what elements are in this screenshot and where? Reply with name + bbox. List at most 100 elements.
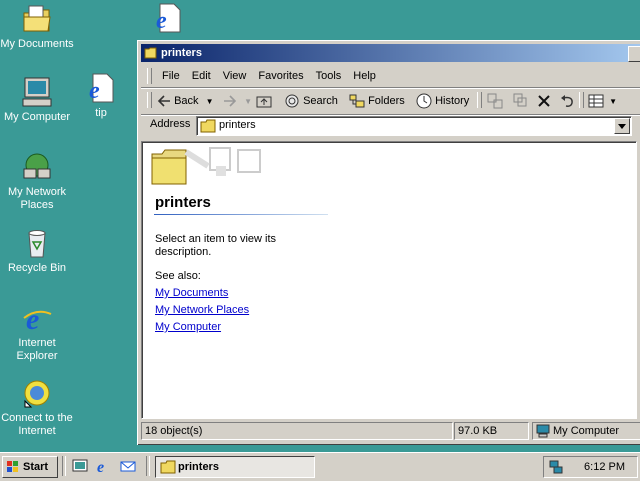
start-label: Start — [23, 461, 49, 473]
system-tray: 6:12 PM — [543, 456, 638, 478]
delete-x-icon — [538, 95, 550, 107]
taskbar-grip[interactable] — [62, 456, 66, 476]
see-also-label: See also: — [155, 270, 201, 282]
views-button[interactable]: ▼ — [588, 91, 617, 111]
folder-heading: printers — [155, 194, 211, 211]
desktop-icon-tip[interactable]: e tip — [64, 72, 138, 120]
copy-to-icon — [513, 93, 527, 107]
undo-button[interactable] — [559, 91, 575, 111]
taskbar: Start e printers 6:12 PM — [0, 452, 640, 481]
html-document-icon: e — [156, 3, 181, 34]
status-size: 97.0 KB — [454, 422, 529, 440]
up-folder-icon — [256, 96, 272, 108]
toolbar-separator — [477, 92, 482, 108]
chevron-down-icon[interactable]: ▼ — [206, 97, 214, 106]
address-dropdown-button[interactable] — [614, 118, 630, 134]
status-zone: My Computer — [532, 422, 640, 440]
desktop-icon-my-documents[interactable]: My Documents — [0, 3, 74, 51]
menu-help[interactable]: Help — [347, 67, 382, 85]
back-label: Back — [174, 95, 199, 107]
folder-documents-icon — [23, 5, 51, 32]
back-button[interactable]: Back ▼ — [157, 91, 214, 111]
status-zone-label: My Computer — [553, 425, 620, 437]
menu-file[interactable]: File — [156, 67, 186, 85]
menu-favorites[interactable]: Favorites — [252, 67, 309, 85]
link-my-documents[interactable]: My Documents — [155, 287, 228, 299]
menu-edit[interactable]: Edit — [186, 67, 217, 85]
history-button[interactable]: History — [416, 91, 469, 111]
network-status-icon[interactable] — [548, 459, 564, 475]
network-icon — [23, 153, 51, 179]
up-folder-button[interactable] — [256, 91, 272, 111]
link-my-network-places[interactable]: My Network Places — [155, 304, 249, 316]
delete-button[interactable] — [537, 91, 551, 111]
search-button[interactable]: Search — [284, 91, 338, 111]
clock[interactable]: 6:12 PM — [584, 457, 625, 477]
folder-graphic-icon — [151, 147, 261, 185]
menu-tools[interactable]: Tools — [310, 67, 348, 85]
history-icon — [416, 93, 432, 109]
taskbar-grip[interactable] — [146, 456, 150, 476]
search-label: Search — [303, 95, 338, 107]
folder-icon — [160, 460, 176, 474]
desktop-icon-my-computer[interactable]: My Computer — [0, 76, 74, 124]
move-to-icon — [487, 93, 503, 109]
desktop-icon-label: My Documents — [0, 38, 74, 50]
forward-arrow-icon — [224, 95, 237, 107]
content-pane: printers Select an item to view its desc… — [141, 141, 637, 419]
folder-icon — [200, 119, 216, 133]
start-button[interactable]: Start — [2, 456, 58, 478]
address-input[interactable]: printers — [196, 116, 632, 136]
folders-icon — [349, 94, 365, 108]
forward-button[interactable]: ▼ — [223, 91, 252, 111]
status-object-count: 18 object(s) — [141, 422, 453, 440]
status-bar: 18 object(s) 97.0 KB My Computer — [141, 422, 640, 441]
connect-icon — [24, 380, 50, 408]
chevron-down-icon[interactable]: ▼ — [609, 97, 617, 106]
computer-icon — [536, 424, 550, 438]
folder-icon — [144, 47, 157, 59]
desktop-icon-label: Connect to the Internet — [1, 412, 73, 437]
menu-view[interactable]: View — [217, 67, 253, 85]
desktop-icon-recycle-bin[interactable]: Recycle Bin — [0, 227, 74, 275]
outlook-express-icon[interactable] — [120, 458, 136, 474]
desktop-icon-label: Recycle Bin — [7, 262, 67, 274]
folders-button[interactable]: Folders — [349, 91, 405, 111]
taskbar-button-printers[interactable]: printers — [155, 456, 315, 478]
desktop-icon-label: tip — [95, 107, 107, 119]
desktop-icon-label: Internet Explorer — [16, 337, 58, 362]
desktop-icon-my-network-places[interactable]: My Network Places — [0, 151, 74, 212]
window-title: printers — [161, 47, 202, 59]
link-my-computer[interactable]: My Computer — [155, 321, 221, 333]
desktop-icon-label: My Computer — [3, 111, 71, 123]
move-to-button[interactable] — [487, 91, 503, 111]
address-bar: Address printers — [141, 115, 640, 137]
chevron-down-icon[interactable]: ▼ — [244, 97, 252, 106]
menu-grip[interactable] — [147, 68, 152, 84]
address-value: printers — [219, 119, 256, 131]
search-icon — [285, 94, 299, 108]
desktop-icon-connect-to-the-internet[interactable]: Connect to the Internet — [0, 377, 74, 438]
svg-text:e: e — [26, 303, 39, 334]
desktop-icon-ie-shortcut[interactable]: e — [131, 2, 205, 37]
toolbar-separator — [579, 92, 584, 108]
copy-to-button[interactable] — [513, 91, 529, 111]
heading-rule — [154, 214, 328, 215]
taskbar-button-label: printers — [178, 461, 219, 473]
explorer-window: printers File Edit View Favorites Tools Help … — [137, 40, 640, 445]
desktop-icon-internet-explorer[interactable]: e Internet Explorer — [0, 302, 74, 363]
window-control-button[interactable] — [628, 46, 640, 62]
views-icon — [588, 94, 604, 108]
svg-text:e: e — [97, 459, 104, 474]
back-arrow-icon — [157, 95, 170, 107]
show-desktop-icon[interactable] — [72, 458, 88, 474]
toolbar-grip[interactable] — [147, 92, 152, 108]
description-text: Select an item to view its description. — [155, 233, 277, 258]
chevron-down-icon — [618, 124, 626, 129]
computer-icon — [22, 77, 52, 107]
title-bar[interactable]: printers — [141, 44, 640, 62]
svg-text:e: e — [89, 78, 100, 104]
menu-bar: File Edit View Favorites Tools Help — [141, 67, 640, 85]
address-label: Address — [150, 118, 191, 130]
internet-explorer-icon[interactable]: e — [96, 458, 112, 474]
